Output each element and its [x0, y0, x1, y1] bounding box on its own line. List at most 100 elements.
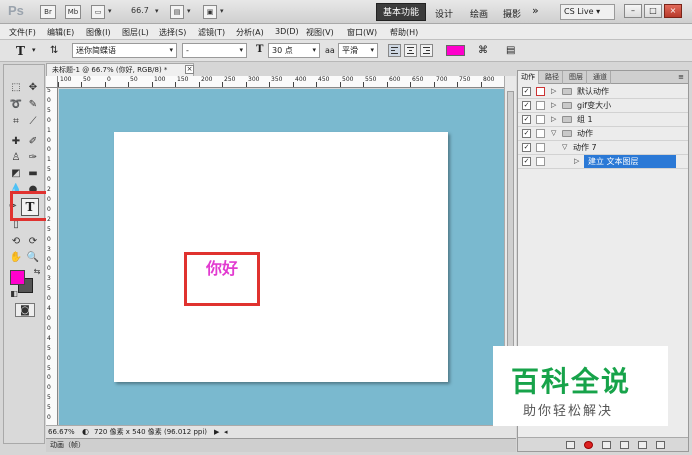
text-orientation-icon[interactable]: ⇅: [50, 44, 58, 57]
move-tool-icon[interactable]: ✥: [24, 81, 42, 95]
crop-tool-icon[interactable]: ⌗: [7, 115, 25, 129]
toggle-checkbox[interactable]: ✓: [522, 157, 531, 166]
align-center-button[interactable]: [404, 44, 417, 57]
hand-tool-icon[interactable]: ✋: [7, 251, 25, 265]
foreground-color-swatch[interactable]: [10, 270, 25, 285]
chevron-down-icon[interactable]: ▾: [108, 7, 112, 15]
screen-mode-icon[interactable]: ▣: [203, 5, 217, 19]
cs-live-button[interactable]: CS Live ▾: [560, 4, 615, 20]
record-button[interactable]: [584, 441, 593, 449]
align-right-button[interactable]: [420, 44, 433, 57]
warp-text-icon[interactable]: ⌘: [478, 44, 488, 57]
quick-select-tool-icon[interactable]: ✎: [24, 98, 42, 112]
menu-layer[interactable]: 图层(L): [122, 27, 149, 38]
action-row[interactable]: ✓ ▽ 动作 7: [518, 141, 688, 155]
workspace-photography[interactable]: 摄影: [503, 7, 521, 20]
status-info-icon[interactable]: ◐: [82, 426, 89, 438]
action-set-row[interactable]: ✓ ▷ gif变大小: [518, 99, 688, 113]
new-set-button[interactable]: [620, 441, 629, 449]
brush-tool-icon[interactable]: ✐: [24, 135, 42, 149]
font-size-select[interactable]: 30 点 ▾: [268, 43, 320, 58]
menu-filter[interactable]: 滤镜(T): [198, 27, 225, 38]
chevron-down-icon[interactable]: ▾: [187, 7, 191, 15]
menu-select[interactable]: 选择(S): [159, 27, 186, 38]
tab-channels[interactable]: 通道: [590, 71, 611, 84]
collapse-triangle-icon[interactable]: ▽: [551, 127, 556, 140]
swap-colors-icon[interactable]: ⇆: [28, 265, 46, 279]
zoom-field[interactable]: 66.67%: [46, 426, 78, 438]
dialog-toggle[interactable]: [536, 87, 545, 96]
chevron-down-icon[interactable]: ▾: [220, 7, 224, 15]
horizontal-ruler[interactable]: 100 50 0 50 100 150 200 250 300 350 400 450 500 550 60…: [58, 76, 504, 88]
document-canvas[interactable]: 你好: [114, 132, 448, 382]
clone-stamp-tool-icon[interactable]: ♙: [7, 151, 25, 165]
chevron-down-icon[interactable]: ▾: [155, 7, 159, 15]
dialog-toggle[interactable]: [536, 143, 545, 152]
expand-triangle-icon[interactable]: ▷: [551, 85, 556, 98]
action-step-row[interactable]: ✓ ▷ 建立 文本图层: [518, 155, 688, 169]
close-icon[interactable]: ×: [185, 65, 194, 74]
status-menu-arrow-icon[interactable]: ▶: [214, 426, 219, 438]
3d-orbit-tool-icon[interactable]: ⟳: [24, 235, 42, 249]
panel-menu-icon[interactable]: ≡: [678, 73, 684, 81]
font-family-select[interactable]: 迷你简蝶语 ▾: [72, 43, 177, 58]
healing-brush-tool-icon[interactable]: ✚: [7, 135, 25, 149]
menu-3d[interactable]: 3D(D): [275, 27, 299, 36]
dialog-toggle[interactable]: [536, 129, 545, 138]
marquee-tool-icon[interactable]: ⬚: [7, 81, 25, 95]
dialog-toggle[interactable]: [536, 101, 545, 110]
character-panel-icon[interactable]: ▤: [506, 44, 515, 57]
arrange-documents-icon[interactable]: ▤: [170, 5, 184, 19]
menu-edit[interactable]: 编辑(E): [47, 27, 74, 38]
type-tool-preset-icon[interactable]: T: [16, 44, 25, 58]
text-color-swatch[interactable]: [446, 45, 465, 56]
font-style-select[interactable]: - ▾: [182, 43, 247, 58]
dialog-toggle[interactable]: [536, 157, 545, 166]
bridge-button[interactable]: Br: [40, 5, 56, 19]
align-left-button[interactable]: [388, 44, 401, 57]
menu-view[interactable]: 视图(V): [306, 27, 334, 38]
tab-layers[interactable]: 图层: [566, 71, 587, 84]
dialog-toggle[interactable]: [536, 115, 545, 124]
menu-help[interactable]: 帮助(H): [390, 27, 418, 38]
collapse-triangle-icon[interactable]: ▽: [562, 141, 567, 154]
view-extras-icon[interactable]: ▭: [91, 5, 105, 19]
mini-bridge-button[interactable]: Mb: [65, 5, 81, 19]
ruler-origin[interactable]: [46, 76, 58, 88]
menu-window[interactable]: 窗口(W): [347, 27, 377, 38]
restore-icon[interactable]: □: [644, 4, 662, 18]
eyedropper-tool-icon[interactable]: ⟋: [24, 115, 42, 129]
menu-analysis[interactable]: 分析(A): [236, 27, 264, 38]
animation-frames-tab[interactable]: 动画（帧）: [46, 438, 516, 452]
action-set-row[interactable]: ✓ ▷ 默认动作: [518, 85, 688, 99]
text-layer[interactable]: 你好: [187, 255, 257, 303]
quick-mask-icon[interactable]: ◙: [15, 303, 35, 317]
new-action-button[interactable]: [638, 441, 647, 449]
expand-triangle-icon[interactable]: ▷: [574, 155, 579, 168]
antialias-select[interactable]: 平滑 ▾: [338, 43, 378, 58]
default-colors-icon[interactable]: ◧: [5, 287, 23, 301]
toggle-checkbox[interactable]: ✓: [522, 87, 531, 96]
tab-actions[interactable]: 动作: [518, 71, 539, 84]
menu-file[interactable]: 文件(F): [9, 27, 36, 38]
stop-button[interactable]: [566, 441, 575, 449]
toggle-checkbox[interactable]: ✓: [522, 115, 531, 124]
expand-triangle-icon[interactable]: ▷: [551, 113, 556, 126]
more-workspaces-button[interactable]: »: [532, 4, 539, 17]
eraser-tool-icon[interactable]: ◩: [7, 167, 25, 181]
action-set-row[interactable]: ✓ ▷ 组 1: [518, 113, 688, 127]
play-button[interactable]: [602, 441, 611, 449]
chevron-down-icon[interactable]: ▾: [32, 44, 36, 57]
history-brush-tool-icon[interactable]: ✑: [24, 151, 42, 165]
toggle-checkbox[interactable]: ✓: [522, 143, 531, 152]
workspace-essentials[interactable]: 基本功能: [376, 3, 426, 21]
workspace-design[interactable]: 设计: [435, 7, 453, 20]
close-icon[interactable]: ×: [664, 4, 682, 18]
zoom-level[interactable]: 66.7: [131, 6, 149, 15]
toggle-checkbox[interactable]: ✓: [522, 101, 531, 110]
3d-rotate-tool-icon[interactable]: ⟲: [7, 235, 25, 249]
expand-triangle-icon[interactable]: ▷: [551, 99, 556, 112]
delete-button[interactable]: [656, 441, 665, 449]
toggle-checkbox[interactable]: ✓: [522, 129, 531, 138]
scroll-left-icon[interactable]: ◂: [224, 426, 228, 438]
